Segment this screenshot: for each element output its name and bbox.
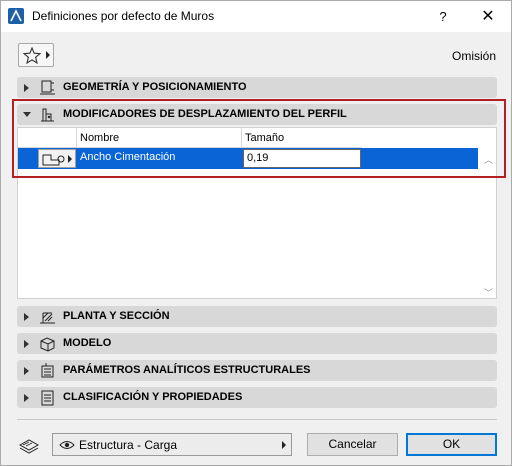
archicad-app-icon	[8, 8, 24, 24]
panel-label: PLANTA Y SECCIÓN	[63, 310, 170, 322]
collapse-arrow-icon	[24, 313, 29, 321]
panel-label: MODELO	[63, 337, 112, 349]
panel-label: GEOMETRÍA Y POSICIONAMIENTO	[63, 81, 247, 93]
favorites-button[interactable]	[18, 43, 54, 67]
dropdown-arrow-icon	[282, 441, 286, 449]
panel-parametros-analiticos[interactable]: PARÁMETROS ANALÍTICOS ESTRUCTURALES	[17, 360, 497, 381]
collapse-arrow-icon	[24, 84, 29, 92]
scroll-down-icon[interactable]: ﹀	[484, 286, 493, 299]
panel-modelo[interactable]: MODELO	[17, 333, 497, 354]
panel-clasificacion[interactable]: CLASIFICACIÓN Y PROPIEDADES	[17, 387, 497, 408]
layer-value: Estructura - Carga	[79, 438, 178, 452]
collapse-arrow-icon	[24, 394, 29, 402]
highlight-frame	[12, 99, 506, 178]
collapse-arrow-icon	[24, 340, 29, 348]
layer-select[interactable]: Estructura - Carga	[52, 433, 292, 456]
panel-label: PARÁMETROS ANALÍTICOS ESTRUCTURALES	[63, 364, 311, 376]
ok-button[interactable]: OK	[406, 433, 497, 456]
floor-plan-icon	[40, 312, 55, 324]
omision-label: Omisión	[451, 49, 496, 63]
collapse-arrow-icon	[24, 367, 29, 375]
panel-planta-seccion[interactable]: PLANTA Y SECCIÓN	[17, 306, 497, 327]
panel-geometria[interactable]: GEOMETRÍA Y POSICIONAMIENTO	[17, 77, 497, 98]
close-button[interactable]: ✕	[465, 1, 511, 32]
classification-icon	[41, 390, 54, 406]
structural-icon	[41, 363, 54, 378]
footer-divider	[17, 419, 497, 420]
title-bar: Definiciones por defecto de Muros ? ✕	[1, 1, 511, 32]
help-button[interactable]: ?	[425, 1, 461, 32]
cancel-button[interactable]: Cancelar	[307, 433, 398, 456]
layer-icon	[18, 439, 40, 454]
dialog-window: Definiciones por defecto de Muros ? ✕ Om…	[0, 0, 512, 466]
favorites-arrow-icon	[46, 51, 50, 59]
geometry-icon	[40, 80, 55, 95]
panel-label: CLASIFICACIÓN Y PROPIEDADES	[63, 391, 243, 403]
star-icon	[23, 47, 41, 64]
window-title: Definiciones por defecto de Muros	[32, 9, 215, 23]
model-icon	[40, 337, 55, 352]
eye-icon	[59, 441, 75, 449]
